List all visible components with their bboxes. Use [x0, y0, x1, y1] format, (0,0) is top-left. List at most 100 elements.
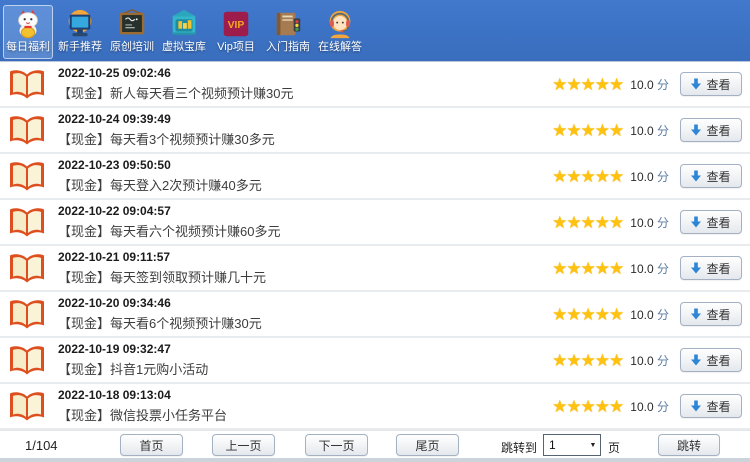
page-unit-label: 页 [608, 441, 621, 455]
nav-item-beginner-guide[interactable]: 入门指南 [263, 5, 313, 59]
score-value: 10.0 [630, 215, 654, 230]
dropdown-arrow-icon: ▼ [589, 441, 597, 449]
item-text: 2022-10-24 09:39:49 【现金】每天看3个视频预计赚30多元 [58, 112, 552, 148]
list-item[interactable]: 2022-10-21 09:11:57 【现金】每天签到领取预计赚几十元 ★★★… [0, 246, 750, 292]
score-unit: 分 [656, 353, 669, 368]
list-item[interactable]: 2022-10-25 09:02:46 【现金】新人每天看三个视频预计赚30元 … [0, 62, 750, 108]
item-text: 2022-10-19 09:32:47 【现金】抖音1元购小活动 [58, 342, 552, 378]
item-date: 2022-10-23 09:50:50 [58, 158, 171, 172]
vip-badge-icon: VIP [223, 11, 249, 37]
item-text: 2022-10-21 09:11:57 【现金】每天签到领取预计赚几十元 [58, 250, 552, 286]
nav-item-label: 每日福利 [6, 41, 50, 53]
view-button[interactable]: 查看 [680, 348, 742, 372]
nav-item-label: Vip项目 [217, 41, 255, 53]
download-arrow-icon [691, 170, 702, 182]
item-text: 2022-10-18 09:13:04 【现金】微信投票小任务平台 [58, 388, 552, 424]
view-button[interactable]: 查看 [680, 302, 742, 326]
nav-item-daily-welfare[interactable]: 每日福利 [3, 5, 53, 59]
item-title: 【现金】抖音1元购小活动 [58, 362, 209, 377]
star-rating: ★★★★★ [552, 166, 624, 186]
list-item[interactable]: 2022-10-23 09:50:50 【现金】每天登入2次预计赚40多元 ★★… [0, 154, 750, 200]
item-title: 【现金】新人每天看三个视频预计赚30元 [58, 86, 294, 101]
view-button[interactable]: 查看 [680, 164, 742, 188]
item-score: 10.0 分 [630, 168, 669, 185]
score-unit: 分 [656, 215, 669, 230]
item-title: 【现金】每天看3个视频预计赚30多元 [58, 132, 275, 147]
nav-item-label: 新手推荐 [58, 41, 102, 53]
treasury-icon [171, 9, 197, 35]
download-arrow-icon [691, 78, 702, 90]
score-unit: 分 [656, 399, 669, 414]
item-score: 10.0 分 [630, 76, 669, 93]
view-button[interactable]: 查看 [680, 394, 742, 418]
view-button[interactable]: 查看 [680, 210, 742, 234]
open-book-icon [10, 116, 44, 145]
star-rating: ★★★★★ [552, 350, 624, 370]
view-button-label: 查看 [706, 307, 731, 322]
nav-item-virtual-treasury[interactable]: 虚拟宝库 [159, 5, 209, 59]
view-button-label: 查看 [706, 123, 731, 138]
item-score: 10.0 分 [630, 352, 669, 369]
last-page-button[interactable]: 尾页 [396, 434, 459, 456]
item-text: 2022-10-25 09:02:46 【现金】新人每天看三个视频预计赚30元 [58, 66, 552, 102]
item-date: 2022-10-21 09:11:57 [58, 250, 171, 264]
item-actions: ★★★★★ 10.0 分 查看 [552, 302, 742, 326]
item-date: 2022-10-22 09:04:57 [58, 204, 171, 218]
nav-item-vip-projects[interactable]: VIP Vip项目 [211, 5, 261, 59]
guidebook-icon [276, 12, 301, 36]
next-page-button[interactable]: 下一页 [305, 434, 368, 456]
list-item[interactable]: 2022-10-24 09:39:49 【现金】每天看3个视频预计赚30多元 ★… [0, 108, 750, 154]
view-button-label: 查看 [706, 399, 731, 414]
view-button[interactable]: 查看 [680, 256, 742, 280]
view-button-label: 查看 [706, 353, 731, 368]
download-arrow-icon [691, 216, 702, 228]
nav-item-online-support[interactable]: 在线解答 [315, 5, 365, 59]
star-rating: ★★★★★ [552, 74, 624, 94]
monitor-icon [68, 9, 92, 37]
item-score: 10.0 分 [630, 122, 669, 139]
score-value: 10.0 [630, 77, 654, 92]
first-page-button[interactable]: 首页 [120, 434, 183, 456]
nav-item-label: 原创培训 [110, 41, 154, 53]
jump-button[interactable]: 跳转 [658, 434, 720, 456]
list-item[interactable]: 2022-10-18 09:13:04 【现金】微信投票小任务平台 ★★★★★ … [0, 384, 750, 430]
nav-item-newbie-recommend[interactable]: 新手推荐 [55, 5, 105, 59]
view-button-label: 查看 [706, 169, 731, 184]
item-score: 10.0 分 [630, 214, 669, 231]
download-arrow-icon [691, 262, 702, 274]
list-item[interactable]: 2022-10-22 09:04:57 【现金】每天看六个视频预计赚60多元 ★… [0, 200, 750, 246]
nav-item-label: 虚拟宝库 [162, 41, 206, 53]
page-indicator: 1/104 [25, 438, 58, 453]
item-actions: ★★★★★ 10.0 分 查看 [552, 210, 742, 234]
open-book-icon [10, 346, 44, 375]
open-book-icon [10, 70, 44, 99]
item-actions: ★★★★★ 10.0 分 查看 [552, 72, 742, 96]
view-button[interactable]: 查看 [680, 118, 742, 142]
item-date: 2022-10-18 09:13:04 [58, 388, 171, 402]
download-arrow-icon [691, 124, 702, 136]
page-number-select[interactable]: 1 ▼ [543, 434, 601, 456]
item-title: 【现金】每天看6个视频预计赚30元 [58, 316, 262, 331]
download-list: 2022-10-25 09:02:46 【现金】新人每天看三个视频预计赚30元 … [0, 62, 750, 430]
item-title: 【现金】微信投票小任务平台 [58, 408, 228, 423]
star-rating: ★★★★★ [552, 258, 624, 278]
prev-page-button[interactable]: 上一页 [212, 434, 275, 456]
score-unit: 分 [656, 261, 669, 276]
score-unit: 分 [656, 307, 669, 322]
list-item[interactable]: 2022-10-19 09:32:47 【现金】抖音1元购小活动 ★★★★★ 1… [0, 338, 750, 384]
item-actions: ★★★★★ 10.0 分 查看 [552, 348, 742, 372]
score-unit: 分 [656, 77, 669, 92]
view-button[interactable]: 查看 [680, 72, 742, 96]
headset-agent-icon [329, 10, 351, 39]
open-book-icon [10, 300, 44, 329]
item-title: 【现金】每天登入2次预计赚40多元 [58, 178, 262, 193]
list-item[interactable]: 2022-10-20 09:34:46 【现金】每天看6个视频预计赚30元 ★★… [0, 292, 750, 338]
score-unit: 分 [656, 169, 669, 184]
nav-item-label: 在线解答 [318, 41, 362, 53]
view-button-label: 查看 [706, 215, 731, 230]
item-date: 2022-10-19 09:32:47 [58, 342, 171, 356]
pagination-bar: 1/104 首页 上一页 下一页 尾页 跳转到 1 ▼ 页 跳转 [0, 430, 750, 458]
score-unit: 分 [656, 123, 669, 138]
nav-item-original-training[interactable]: 原创培训 [107, 5, 157, 59]
item-text: 2022-10-22 09:04:57 【现金】每天看六个视频预计赚60多元 [58, 204, 552, 240]
